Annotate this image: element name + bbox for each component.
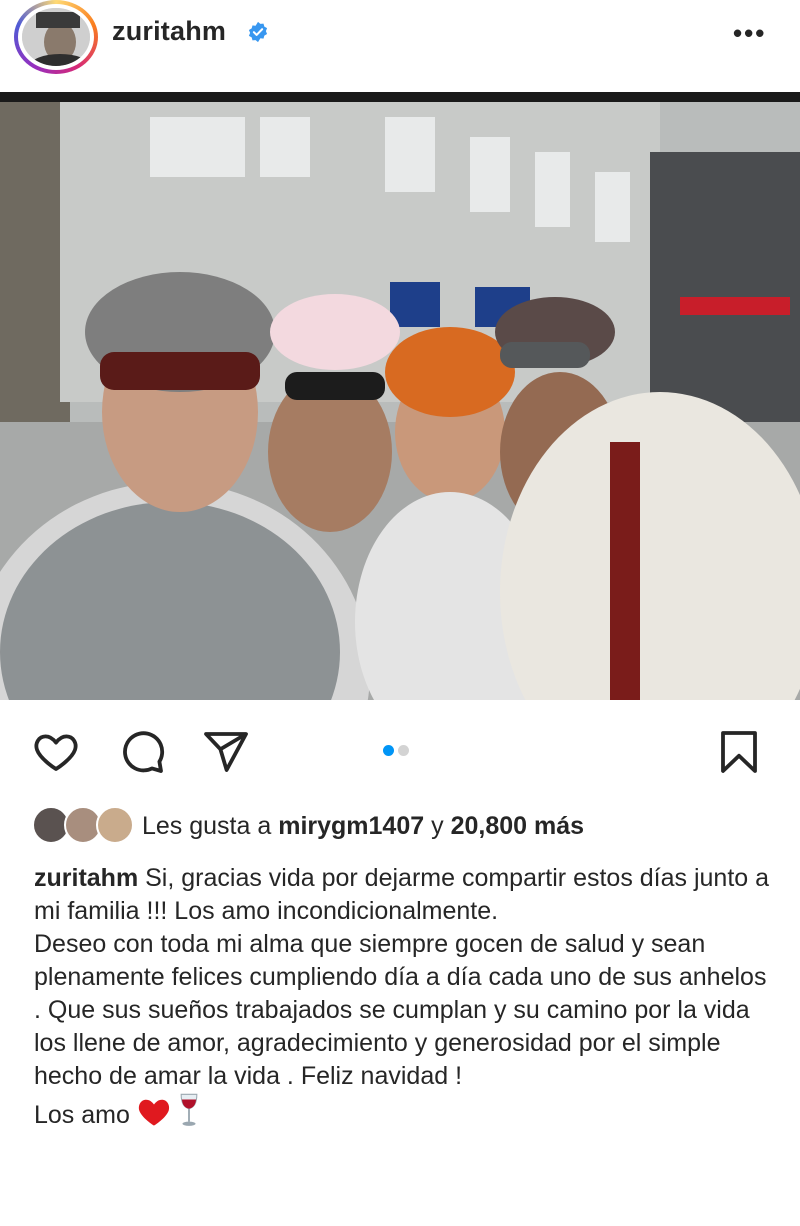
red-heart-emoji-icon (138, 1099, 169, 1126)
liker-avatar[interactable] (96, 806, 134, 844)
caption-paragraph-2: Deseo con toda mi alma que siempre gocen… (34, 930, 767, 1090)
likes-user[interactable]: mirygm1407 (278, 812, 424, 840)
more-options-button[interactable]: ••• (733, 18, 766, 49)
photo-image (0, 92, 800, 700)
comment-icon[interactable] (116, 728, 168, 776)
post-caption: zuritahm Si, gracias vida por dejarme co… (34, 862, 774, 1132)
send-icon[interactable] (200, 728, 252, 776)
caption-paragraph-1: zuritahm Si, gracias vida por dejarme co… (34, 862, 774, 928)
caption-username[interactable]: zuritahm (34, 864, 138, 892)
likes-summary: Les gusta a mirygm1407 y 20,800 más (32, 806, 792, 846)
bookmark-icon[interactable] (713, 728, 765, 776)
carousel-indicator (383, 743, 413, 761)
caption-text-1: Si, gracias vida por dejarme compartir e… (34, 864, 770, 925)
likes-count[interactable]: 20,800 más (451, 812, 584, 840)
avatar-photo (22, 8, 90, 66)
wine-glass-emoji-icon (180, 1093, 198, 1126)
profile-avatar[interactable] (14, 0, 98, 74)
likes-text[interactable]: Les gusta a mirygm1407 y 20,800 más (142, 812, 584, 841)
post-header: zuritahm ••• (0, 0, 800, 92)
verified-badge-icon (248, 21, 268, 43)
likes-middle: y (424, 812, 451, 840)
post-username[interactable]: zuritahm (112, 16, 226, 47)
heart-icon[interactable] (30, 728, 82, 776)
likes-prefix: Les gusta a (142, 812, 279, 840)
carousel-dot-active (383, 745, 394, 756)
caption-paragraph-3: Los amo (34, 1093, 774, 1132)
caption-closing: Los amo (34, 1101, 137, 1129)
carousel-dot (398, 745, 409, 756)
post-photo[interactable] (0, 92, 800, 700)
